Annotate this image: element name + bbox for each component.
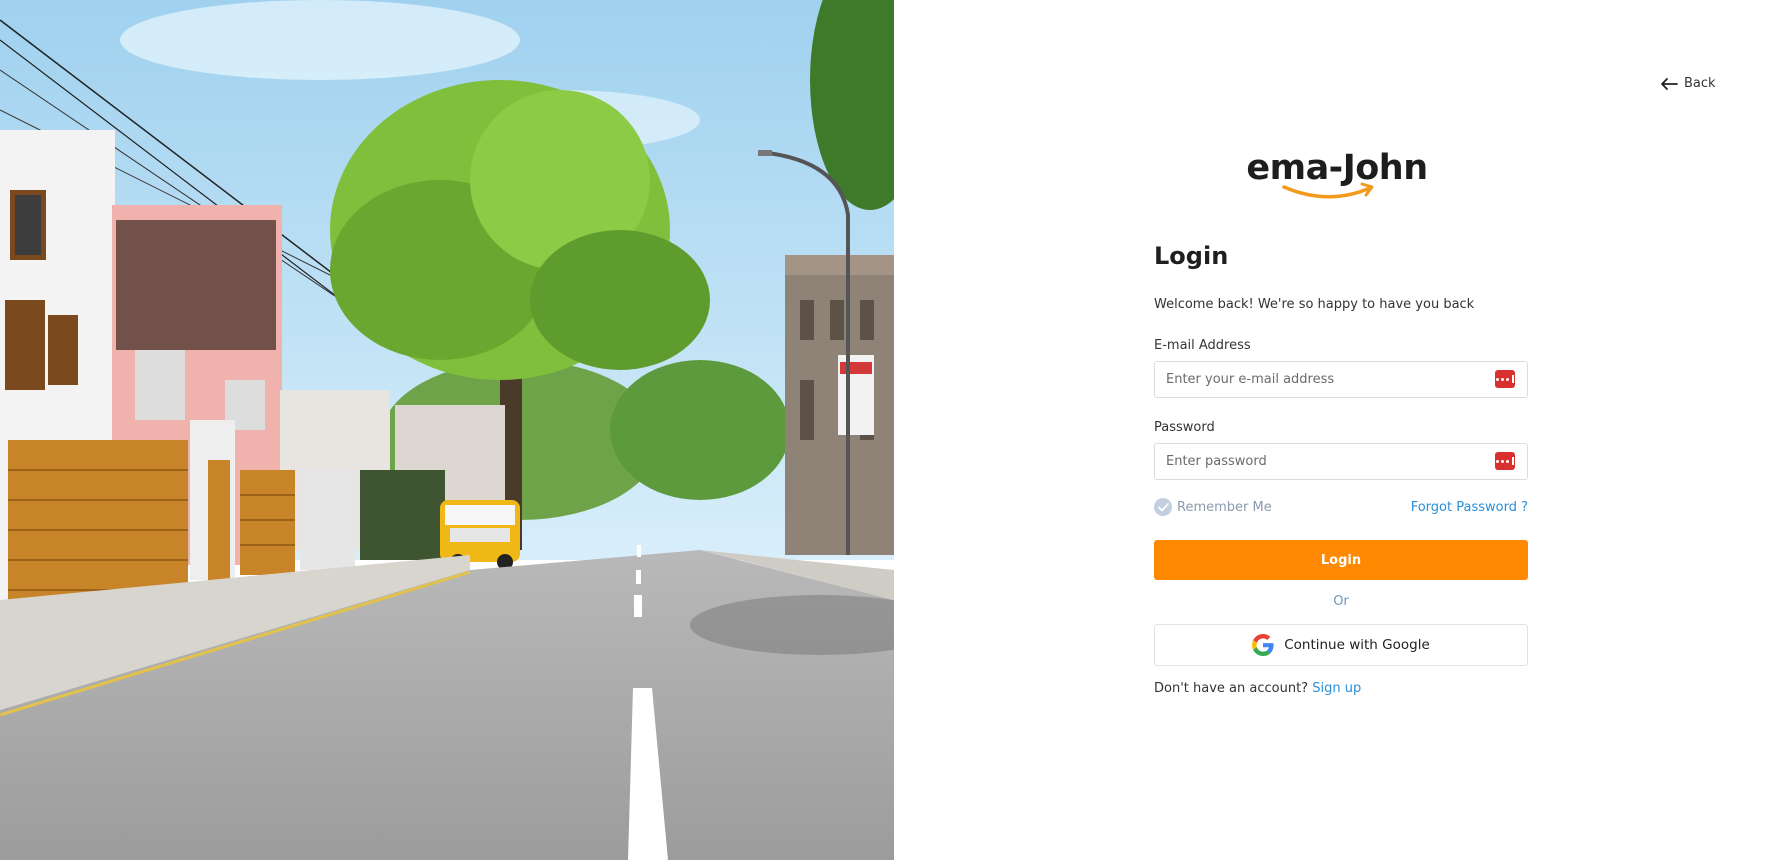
login-form: Login Welcome back! We're so happy to ha… bbox=[1154, 236, 1528, 698]
google-login-button[interactable]: Continue with Google bbox=[1154, 624, 1528, 666]
password-field-wrapper bbox=[1154, 443, 1528, 480]
arrow-left-icon bbox=[1661, 77, 1678, 90]
password-field[interactable] bbox=[1154, 443, 1528, 480]
page-title: Login bbox=[1154, 242, 1229, 270]
email-field[interactable] bbox=[1154, 361, 1528, 398]
remember-me-checkbox[interactable]: Remember Me bbox=[1154, 498, 1272, 516]
no-account-text: Don't have an account? bbox=[1154, 681, 1309, 696]
welcome-text: Welcome back! We're so happy to have you… bbox=[1154, 297, 1475, 312]
logo-smile-icon bbox=[1282, 182, 1374, 199]
street-illustration bbox=[0, 0, 894, 860]
garage-door bbox=[8, 440, 188, 605]
back-link[interactable]: Back bbox=[1660, 76, 1716, 91]
check-icon bbox=[1154, 498, 1172, 516]
email-label: E-mail Address bbox=[1154, 338, 1251, 353]
password-manager-icon[interactable] bbox=[1495, 452, 1515, 470]
google-logo-icon bbox=[1252, 634, 1274, 656]
signup-prompt: Don't have an account? Sign up bbox=[1154, 680, 1528, 698]
login-panel: Back ema-John Login Welcome back! We're … bbox=[894, 0, 1788, 860]
brand-logo: ema-John bbox=[1242, 148, 1432, 206]
remember-me-label: Remember Me bbox=[1177, 499, 1272, 515]
or-divider: Or bbox=[1333, 594, 1349, 609]
login-options-row: Remember Me Forgot Password ? bbox=[1154, 497, 1528, 517]
signup-link[interactable]: Sign up bbox=[1312, 681, 1361, 696]
forgot-password-link[interactable]: Forgot Password ? bbox=[1411, 500, 1528, 515]
google-button-label: Continue with Google bbox=[1284, 637, 1430, 653]
password-manager-icon[interactable] bbox=[1495, 370, 1515, 388]
email-field-wrapper bbox=[1154, 361, 1528, 398]
hero-street-image bbox=[0, 0, 894, 860]
back-label: Back bbox=[1684, 76, 1716, 91]
login-button[interactable]: Login bbox=[1154, 540, 1528, 580]
password-label: Password bbox=[1154, 420, 1215, 435]
